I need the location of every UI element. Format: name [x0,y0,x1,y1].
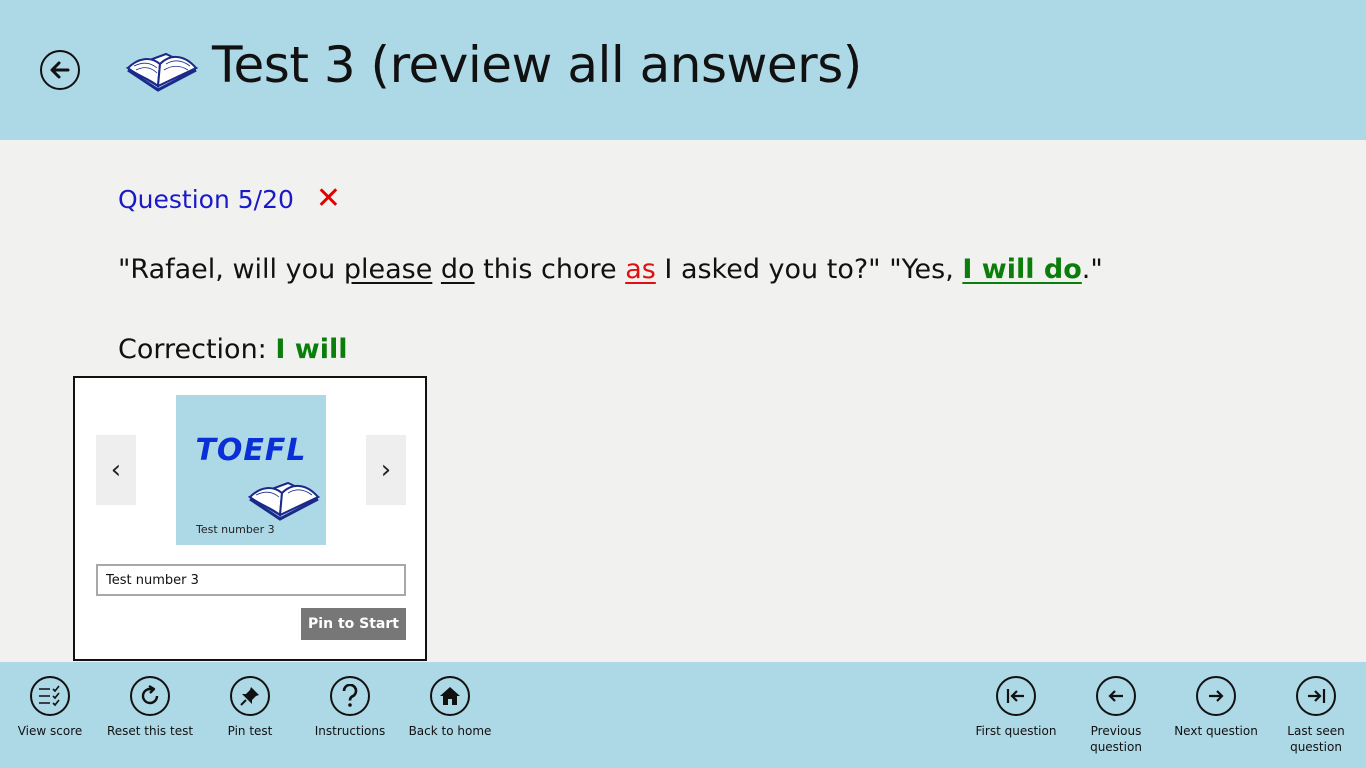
tile-caption: Test number 3 [196,523,275,536]
previous-question-button[interactable]: Previous question [1066,676,1166,755]
sentence-text: I asked you to?" "Yes, [655,254,963,285]
sentence-text: "Rafael, will you [118,254,344,285]
last-seen-question-circle [1296,676,1336,716]
tile-name-input[interactable] [96,564,406,596]
question-header: Question 5/20 ✕ [118,184,341,214]
arrow-left-icon [50,61,70,79]
pin-to-start-button[interactable]: Pin to Start [301,608,406,640]
last-seen-question-label: Last seen question [1287,724,1345,754]
previous-question-label: Previous question [1090,724,1142,754]
previous-icon [1108,690,1123,702]
question-review-area: Question 5/20 ✕ "Rafael, will you please… [0,140,1366,662]
tile-logo: TOEFL [195,433,307,468]
option-a: please [343,254,433,285]
previous-tile-button[interactable]: ‹ [96,435,136,505]
incorrect-icon: ✕ [315,181,342,216]
last-seen-question-button[interactable]: Last seen question [1266,676,1366,755]
correct-option: I will do [962,254,1082,285]
app-bar: View score Reset this test Pin test Inst… [0,662,1366,768]
back-to-home-label: Back to home [408,724,492,738]
reset-test-label: Reset this test [106,724,194,738]
next-icon [1209,690,1224,702]
next-tile-button[interactable]: › [366,435,406,505]
back-to-home-circle [430,676,470,716]
correction-line: Correction: I will [118,334,348,365]
sentence-text: this chore [474,254,626,285]
next-question-button[interactable]: Next question [1166,676,1266,739]
home-icon [440,687,460,705]
first-icon [1006,689,1024,703]
previous-question-circle [1096,676,1136,716]
reset-test-circle [130,676,170,716]
view-score-button[interactable]: View score [0,676,100,739]
open-book-icon [247,481,321,521]
view-score-label: View score [17,724,83,738]
first-question-button[interactable]: First question [966,676,1066,739]
last-icon [1308,689,1326,703]
question-sentence: "Rafael, will you please do this chore a… [118,254,1103,285]
pin-test-circle [230,676,270,716]
instructions-label: Instructions [314,724,386,738]
pin-test-label: Pin test [227,724,273,738]
reset-test-button[interactable]: Reset this test [100,676,200,739]
instructions-circle [330,676,370,716]
checklist-icon [39,685,60,707]
sentence-text: ." [1081,254,1103,285]
back-button[interactable] [40,50,80,90]
correction-label: Correction: [118,334,276,365]
back-to-home-button[interactable]: Back to home [400,676,500,739]
first-question-label: First question [975,724,1057,738]
page-header: Test 3 (review all answers) [0,0,1366,140]
pin-test-button[interactable]: Pin test [200,676,300,739]
question-icon [342,684,358,707]
pin-to-start-flyout: ‹ TOEFL Test number 3 › Pin to Start [73,376,427,661]
selected-wrong-option: as [625,254,656,285]
correction-value: I will [275,334,348,365]
page-title: Test 3 (review all answers) [212,36,862,94]
next-question-circle [1196,676,1236,716]
tile-preview: TOEFL Test number 3 [176,395,326,545]
open-book-icon [125,52,199,92]
question-number: Question 5/20 [118,184,294,214]
first-question-circle [996,676,1036,716]
pin-icon [240,687,259,706]
view-score-circle [30,676,70,716]
next-question-label: Next question [1174,724,1258,738]
instructions-button[interactable]: Instructions [300,676,400,739]
option-b: do [440,254,475,285]
refresh-icon [141,684,159,705]
sentence-text [432,254,441,285]
